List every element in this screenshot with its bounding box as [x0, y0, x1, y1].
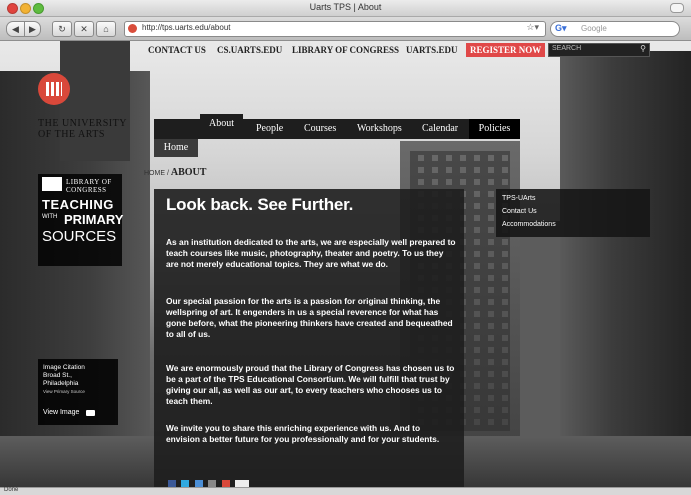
content-paragraph: We invite you to share this enriching ex…: [166, 423, 440, 444]
bookmark-star-icon[interactable]: ☆▾: [526, 22, 539, 33]
page-title: Look back. See Further.: [166, 195, 354, 214]
content-paragraph: We are enormously proud that the Library…: [166, 363, 455, 406]
citation-text: Image Citation Broad St., Philadelphia: [43, 364, 85, 388]
forward-arrow-icon: ▶: [29, 24, 36, 34]
breadcrumb-current: ABOUT: [170, 167, 207, 178]
reload-icon: ↻: [58, 24, 66, 34]
facebook-icon[interactable]: [168, 480, 176, 487]
site-search-input[interactable]: SEARCH ⚲: [548, 43, 650, 57]
tps-sources-label: SOURCES: [42, 228, 117, 245]
search-placeholder: Google: [581, 24, 607, 33]
reload-button[interactable]: ↻: [52, 21, 72, 37]
google-search-icon: G▾: [555, 23, 567, 33]
citation-place: Broad St.,: [43, 372, 72, 379]
print-icon[interactable]: [208, 480, 217, 487]
citation-city: Philadelphia: [43, 380, 79, 387]
breadcrumb: HOME / ABOUT: [144, 167, 206, 178]
site-search-label: SEARCH: [552, 45, 582, 52]
contact-us-link[interactable]: CONTACT US: [148, 45, 206, 55]
email-icon[interactable]: [221, 480, 230, 487]
forward-button[interactable]: ▶: [24, 21, 41, 37]
window-title: Uarts TPS | About: [309, 2, 382, 12]
tps-primary-label: PRIMARY: [64, 212, 124, 227]
linkedin-icon[interactable]: [194, 480, 203, 487]
tps-with-label: WITH: [42, 214, 58, 220]
tps-logo-box[interactable]: LIBRARY OF CONGRESS TEACHING WITH PRIMAR…: [38, 174, 124, 266]
loc-emblem-icon: [42, 177, 62, 191]
nav-calendar[interactable]: Calendar: [422, 123, 458, 134]
camera-icon[interactable]: [86, 410, 95, 416]
status-text: Done: [4, 487, 19, 493]
loc-line-2: CONGRESS: [66, 186, 107, 194]
view-image-link[interactable]: View Image: [43, 409, 79, 416]
nav-policies[interactable]: Policies: [469, 119, 520, 139]
submenu-accommodations[interactable]: Accommodations: [502, 221, 556, 228]
search-icon[interactable]: ⚲: [640, 44, 646, 53]
background-building-right: [560, 51, 691, 471]
submenu-tps-uarts[interactable]: TPS-UArts: [502, 195, 535, 202]
browser-toolbar: ◀ ▶ ↻ ✕ ⌂ http://tps.uarts.edu/about ☆▾ …: [0, 17, 691, 41]
url-text: http://tps.uarts.edu/about: [142, 23, 231, 32]
share-more-icon[interactable]: [235, 480, 250, 487]
logo-line-2: OF THE ARTS: [38, 129, 105, 140]
uarts-logo-icon[interactable]: [38, 73, 70, 105]
toolbar-toggle-button[interactable]: [670, 3, 684, 13]
content-paragraph: As an institution dedicated to the arts,…: [166, 237, 456, 269]
stop-button[interactable]: ✕: [74, 21, 94, 37]
nav-workshops[interactable]: Workshops: [357, 123, 402, 134]
register-now-button[interactable]: REGISTER NOW: [466, 43, 546, 57]
logo-line-1: THE UNIVERSITY: [38, 118, 127, 129]
loc-line-1: LIBRARY OF: [66, 178, 112, 186]
address-bar[interactable]: http://tps.uarts.edu/about ☆▾: [124, 21, 546, 37]
twitter-icon[interactable]: [181, 480, 190, 487]
view-primary-source-link[interactable]: View Primary Source: [43, 389, 85, 394]
page-viewport: CONTACT US CS.UARTS.EDU LIBRARY OF CONGR…: [0, 41, 691, 487]
social-share-bar: [168, 475, 250, 487]
breadcrumb-home-link[interactable]: HOME /: [144, 170, 169, 177]
citation-title: Image Citation: [43, 364, 85, 371]
content-paragraph: Our special passion for the arts is a pa…: [166, 296, 453, 339]
back-arrow-icon: ◀: [12, 24, 19, 34]
library-of-congress-link[interactable]: LIBRARY OF CONGRESS: [292, 45, 399, 55]
tps-teaching-label: TEACHING: [42, 197, 114, 212]
cs-uarts-link[interactable]: CS.UARTS.EDU: [217, 45, 282, 55]
about-content-panel: Look back. See Further. As an institutio…: [154, 189, 464, 487]
home-button[interactable]: ⌂: [96, 21, 116, 37]
uarts-logo-text[interactable]: THE UNIVERSITY OF THE ARTS: [38, 118, 138, 140]
home-icon: ⌂: [103, 24, 109, 34]
window-titlebar: Uarts TPS | About: [0, 0, 691, 17]
nav-people[interactable]: People: [256, 123, 283, 134]
uarts-link[interactable]: UARTS.EDU: [406, 45, 457, 55]
main-nav: About People Courses Workshops Calendar …: [154, 114, 520, 139]
nav-courses[interactable]: Courses: [304, 123, 336, 134]
site-favicon-icon: [128, 24, 137, 33]
image-citation-box: Image Citation Broad St., Philadelphia V…: [38, 359, 118, 425]
nav-home[interactable]: Home: [154, 139, 198, 157]
submenu-contact-us[interactable]: Contact Us: [502, 208, 537, 215]
stop-icon: ✕: [80, 24, 88, 34]
browser-search-field[interactable]: G▾ Google: [550, 21, 680, 37]
back-button[interactable]: ◀: [6, 21, 25, 37]
nav-about[interactable]: About: [200, 114, 243, 135]
loc-name: LIBRARY OF CONGRESS: [66, 178, 112, 194]
about-submenu: TPS-UArts Contact Us Accommodations: [496, 189, 650, 237]
background-tower-left: [60, 41, 130, 161]
